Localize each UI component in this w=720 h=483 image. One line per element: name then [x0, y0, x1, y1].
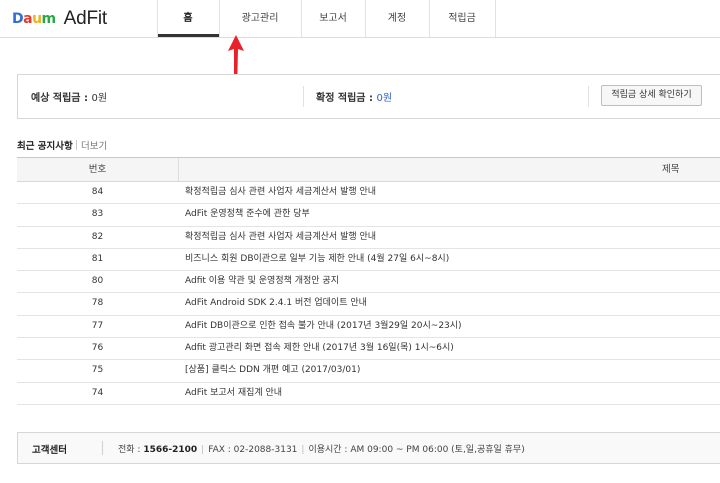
notice-title-link[interactable]: AdFit 보고서 재집계 안내 — [185, 383, 282, 404]
notice-number: 82 — [91, 231, 104, 242]
column-header-number: 번호 — [88, 164, 107, 175]
earnings-divider — [303, 86, 304, 107]
earnings-divider — [588, 86, 589, 107]
notice-title-link[interactable]: AdFit 운영정책 준수에 관한 당부 — [185, 204, 310, 225]
notice-number: 83 — [91, 209, 104, 220]
notice-number: 81 — [91, 253, 104, 264]
notice-number: 77 — [91, 320, 104, 331]
table-row: 78 AdFit Android SDK 2.4.1 버전 업데이트 안내 — [17, 293, 720, 316]
top-navigation-bar: Daum AdFit 홈 광고관리 보고서 계정 적립금 — [0, 0, 720, 38]
table-row: 82 확정적립금 심사 관련 사업자 세금계산서 발행 안내 — [17, 227, 720, 249]
notice-title-link[interactable]: 확정적립금 심사 관련 사업자 세금계산서 발행 안내 — [185, 182, 376, 203]
nav-divider — [157, 0, 158, 37]
daum-letter-u: u — [32, 11, 42, 27]
table-row: 76 Adfit 광고관리 화면 접속 제한 안내 (2017년 3월 16일(목… — [17, 338, 720, 361]
earnings-detail-button[interactable]: 적립금 상세 확인하기 — [601, 85, 702, 106]
main-nav: 홈 광고관리 보고서 계정 적립금 — [157, 0, 495, 37]
notice-title-link[interactable]: Adfit 이용 약관 및 운영정책 개정안 공지 — [185, 271, 339, 292]
table-row: 81 비즈니스 회원 DB이관으로 일부 기능 제한 안내 (4월 27일 6시~… — [17, 249, 720, 272]
daum-letter-a: a — [23, 11, 33, 27]
tab-ad-management[interactable]: 광고관리 — [219, 0, 301, 37]
notice-number: 74 — [91, 387, 104, 398]
nav-divider — [219, 0, 220, 37]
info-separator: | — [201, 445, 205, 455]
tab-account[interactable]: 계정 — [365, 0, 429, 37]
table-row: 83 AdFit 운영정책 준수에 관한 당부 — [17, 204, 720, 227]
notice-title-link[interactable]: 비즈니스 회원 DB이관으로 일부 기능 제한 안내 (4월 27일 6시~8시… — [185, 249, 449, 270]
tab-earnings[interactable]: 적립금 — [429, 0, 495, 37]
table-header: 번호 제목 — [17, 158, 720, 182]
confirmed-earnings-label: 확정 적립금 : — [316, 93, 377, 104]
confirmed-earnings-value: 0원 — [376, 93, 393, 104]
notice-title-link[interactable]: AdFit DB이관으로 인한 접속 불가 안내 (2017년 3월29일 20… — [185, 316, 462, 337]
footer-divider — [102, 441, 103, 455]
notice-number: 84 — [91, 187, 104, 197]
adfit-logo[interactable]: Daum AdFit — [12, 8, 107, 30]
tab-home[interactable]: 홈 — [157, 0, 219, 37]
tab-reports[interactable]: 보고서 — [301, 0, 365, 37]
phone-label: 전화 : — [118, 445, 144, 455]
expected-earnings-label: 예상 적립금 : — [31, 93, 92, 104]
customer-center-info: 전화 : 1566-2100 | FAX : 02-2088-3131 | 이용시간 :… — [118, 442, 525, 455]
nav-divider — [365, 0, 366, 37]
daum-letter-m: m — [41, 11, 57, 27]
phone-number: 1566-2100 — [143, 445, 198, 455]
customer-center-label: 고객센터 — [32, 445, 67, 456]
notice-number: 75 — [91, 365, 104, 376]
notice-title-link[interactable]: AdFit Android SDK 2.4.1 버전 업데이트 안내 — [185, 293, 367, 314]
info-separator: | — [301, 445, 305, 455]
notice-number: 76 — [91, 343, 104, 354]
recent-notices-title: 최근 공지사항 — [17, 141, 73, 152]
customer-center-footer: 고객센터 전화 : 1566-2100 | FAX : 02-2088-3131 | 이… — [17, 432, 720, 464]
notice-title-link[interactable]: Adfit 광고관리 화면 접속 제한 안내 (2017년 3월 16일(목) … — [185, 338, 454, 359]
table-row: 80 Adfit 이용 약관 및 운영정책 개정안 공지 — [17, 271, 720, 294]
notice-title-link[interactable]: [상품] 클릭스 DDN 개편 예고 (2017/03/01) — [185, 360, 360, 381]
expected-earnings: 예상 적립금 : 0원 — [31, 89, 107, 104]
nav-divider — [429, 0, 430, 37]
daum-logo-mark: Daum — [12, 11, 56, 27]
nav-divider — [495, 0, 496, 37]
service-hours: 이용시간 : AM 09:00 ~ PM 06:00 (토,일,공휴일 휴무) — [308, 445, 525, 455]
earnings-summary: 예상 적립금 : 0원 확정 적립금 : 0원 적립금 상세 확인하기 — [17, 74, 720, 119]
notices-table: 번호 제목 84 확정적립금 심사 관련 사업자 세금계산서 발행 안내 83 AdF… — [17, 157, 720, 405]
notice-number: 80 — [91, 276, 104, 287]
nav-divider — [301, 0, 302, 37]
notice-title-separator — [76, 140, 77, 150]
expected-earnings-value: 0원 — [91, 93, 108, 104]
table-row: 77 AdFit DB이관으로 인한 접속 불가 안내 (2017년 3월29일 … — [17, 316, 720, 339]
confirmed-earnings: 확정 적립금 : 0원 — [316, 89, 392, 104]
table-row: 74 AdFit 보고서 재집계 안내 — [17, 383, 720, 405]
notice-title-link[interactable]: 확정적립금 심사 관련 사업자 세금계산서 발행 안내 — [185, 227, 376, 248]
logo-product-name: AdFit — [63, 8, 108, 29]
daum-letter-d: D — [12, 11, 24, 27]
table-row: 84 확정적립금 심사 관련 사업자 세금계산서 발행 안내 — [17, 182, 720, 205]
header-divider — [178, 158, 179, 181]
table-row: 75 [상품] 클릭스 DDN 개편 예고 (2017/03/01) — [17, 360, 720, 383]
fax-number: FAX : 02-2088-3131 — [208, 445, 298, 455]
column-header-title: 제목 — [662, 164, 680, 175]
notices-more-link[interactable]: 더보기 — [81, 138, 107, 152]
notice-number: 78 — [91, 298, 104, 309]
